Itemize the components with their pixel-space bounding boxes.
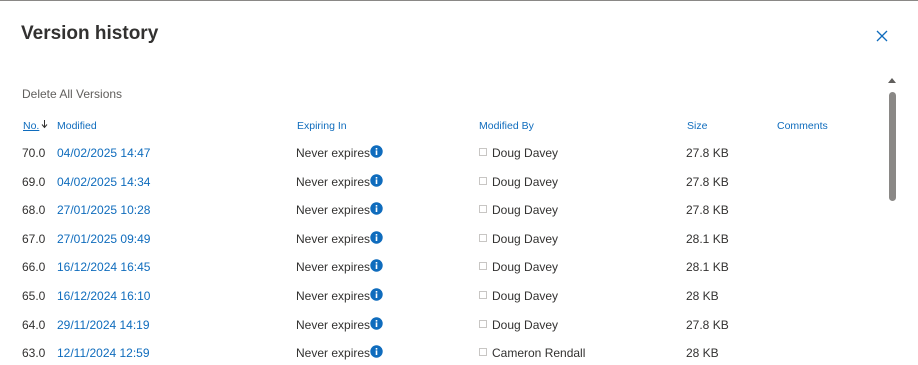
scrollbar-thumb[interactable] <box>889 92 896 201</box>
column-header-size[interactable]: Size <box>687 120 707 132</box>
table-row: 63.0 12/11/2024 12:59 Never expires Cameron… <box>0 340 880 365</box>
user-avatar-placeholder[interactable] <box>479 205 487 214</box>
column-header-modified[interactable]: Modified <box>57 120 97 132</box>
info-icon[interactable] <box>370 345 383 358</box>
modified-by-name[interactable]: Doug Davey <box>492 318 558 332</box>
sort-descending-icon <box>41 120 48 129</box>
file-size: 28.1 KB <box>686 260 729 275</box>
modified-by-name[interactable]: Doug Davey <box>492 146 558 160</box>
version-history-dialog: Version history Delete All Versions No. … <box>0 0 918 365</box>
table-row: 69.0 04/02/2025 14:34 Never expires Doug Da… <box>0 169 880 197</box>
delete-all-versions-button[interactable]: Delete All Versions <box>22 87 122 101</box>
info-icon[interactable] <box>370 145 383 158</box>
modified-by-name[interactable]: Cameron Rendall <box>492 346 585 360</box>
file-size: 28 KB <box>686 289 719 303</box>
file-size: 28.1 KB <box>686 231 729 246</box>
column-header-comments[interactable]: Comments <box>777 120 828 132</box>
modified-by-name[interactable]: Doug Davey <box>492 260 558 274</box>
version-number: 65.0 <box>22 289 46 303</box>
user-avatar-placeholder[interactable] <box>479 148 487 156</box>
file-size: 27.8 KB <box>686 317 729 332</box>
modified-date-link[interactable]: 27/01/2025 09:49 <box>57 232 150 246</box>
info-icon[interactable] <box>370 173 383 187</box>
expiring-in-text: Never expires <box>296 203 371 218</box>
version-number: 70.0 <box>22 146 46 160</box>
version-number: 63.0 <box>22 346 46 361</box>
expiring-in-text: Never expires <box>296 146 371 160</box>
expiring-in-text: Never expires <box>296 317 371 332</box>
modified-by-name[interactable]: Doug Davey <box>492 175 558 189</box>
table-row: 70.0 04/02/2025 14:47 Never expires Doug Da… <box>0 140 880 168</box>
table-row: 67.0 27/01/2025 09:49 Never expires Doug Da… <box>0 226 880 254</box>
version-number: 67.0 <box>22 231 46 246</box>
version-number: 69.0 <box>22 174 46 189</box>
file-size: 27.8 KB <box>686 146 729 160</box>
file-size: 28 KB <box>686 346 719 361</box>
version-number: 66.0 <box>22 260 46 275</box>
info-icon[interactable] <box>370 316 383 330</box>
close-icon[interactable] <box>874 28 890 44</box>
info-icon[interactable] <box>370 202 383 215</box>
user-avatar-placeholder[interactable] <box>479 262 487 271</box>
modified-by-name[interactable]: Doug Davey <box>492 289 558 303</box>
expiring-in-text: Never expires <box>296 260 371 275</box>
modified-date-link[interactable]: 12/11/2024 12:59 <box>57 346 150 360</box>
column-header-modified-by[interactable]: Modified By <box>479 120 534 132</box>
scroll-up-arrow-icon[interactable] <box>888 78 896 83</box>
user-avatar-placeholder[interactable] <box>479 319 487 328</box>
modified-by-name[interactable]: Doug Davey <box>492 203 558 217</box>
info-icon[interactable] <box>370 288 383 301</box>
table-row: 64.0 29/11/2024 14:19 Never expires Doug Da… <box>0 312 880 340</box>
user-avatar-placeholder[interactable] <box>479 348 487 357</box>
column-header-expiring-in[interactable]: Expiring In <box>297 120 347 132</box>
version-number: 68.0 <box>22 203 46 218</box>
modified-date-link[interactable]: 16/12/2024 16:45 <box>57 260 150 274</box>
expiring-in-text: Never expires <box>296 289 371 303</box>
info-icon[interactable] <box>370 231 383 244</box>
modified-date-link[interactable]: 16/12/2024 16:10 <box>57 289 150 303</box>
version-number: 64.0 <box>22 317 46 332</box>
table-row: 68.0 27/01/2025 10:28 Never expires Doug Da… <box>0 197 880 225</box>
modified-date-link[interactable]: 27/01/2025 10:28 <box>57 203 150 217</box>
user-avatar-placeholder[interactable] <box>479 176 487 185</box>
modified-date-link[interactable]: 04/02/2025 14:34 <box>57 175 150 189</box>
file-size: 27.8 KB <box>686 203 729 218</box>
table-row: 65.0 16/12/2024 16:10 Never expires Doug Da… <box>0 283 880 311</box>
vertical-scrollbar[interactable] <box>886 75 900 365</box>
table-row: 66.0 16/12/2024 16:45 Never expires Doug Da… <box>0 254 880 282</box>
user-avatar-placeholder[interactable] <box>479 233 487 242</box>
column-header-no[interactable]: No. <box>23 120 39 132</box>
dialog-title: Version history <box>21 23 159 44</box>
expiring-in-text: Never expires <box>296 231 371 246</box>
modified-date-link[interactable]: 29/11/2024 14:19 <box>57 318 150 332</box>
modified-date-link[interactable]: 04/02/2025 14:47 <box>57 146 150 160</box>
modified-by-name[interactable]: Doug Davey <box>492 232 558 246</box>
info-icon[interactable] <box>370 259 383 273</box>
file-size: 27.8 KB <box>686 174 729 189</box>
expiring-in-text: Never expires <box>296 174 371 189</box>
expiring-in-text: Never expires <box>296 346 371 361</box>
user-avatar-placeholder[interactable] <box>479 291 487 299</box>
